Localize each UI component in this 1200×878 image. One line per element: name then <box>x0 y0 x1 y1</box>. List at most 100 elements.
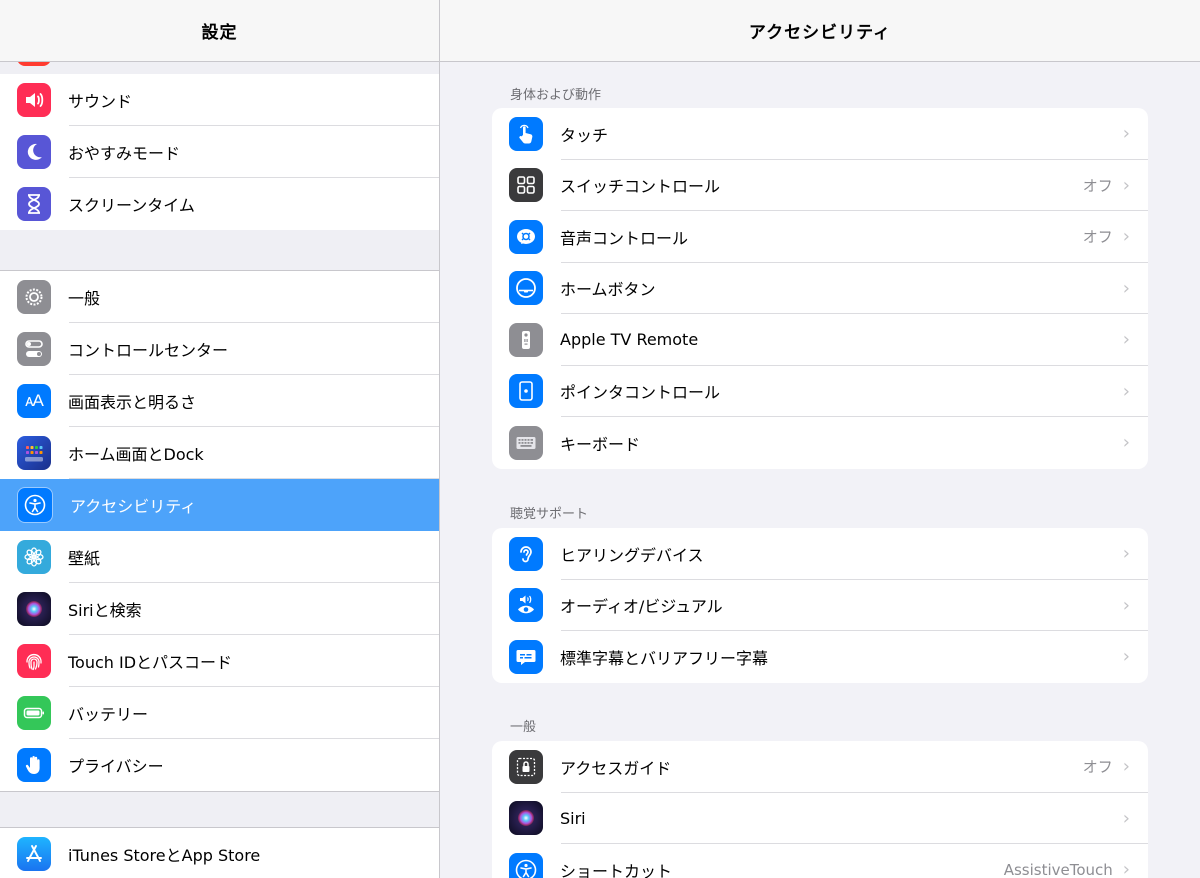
row-value: オフ <box>1082 176 1113 195</box>
detail-pane: アクセシビリティ 身体および動作 タッチ › スイッチコントロール オフ › 音 <box>440 0 1200 878</box>
sidebar-item-privacy[interactable]: プライバシー <box>0 739 439 791</box>
home-grid-icon <box>17 436 51 470</box>
row-hearing-devices[interactable]: ヒアリングデバイス › <box>492 528 1148 580</box>
moon-icon <box>17 135 51 169</box>
home-button-icon <box>509 271 543 306</box>
flower-icon <box>17 540 51 574</box>
text-size-icon: ᴀA <box>17 384 51 418</box>
sidebar-group-2: 一般 コントロールセンター ᴀA 画面表示と明るさ ホーム画面とDock アクセ… <box>0 270 439 792</box>
row-label: ヒアリングデバイス <box>560 545 704 565</box>
row-subtitles-captioning[interactable]: 標準字幕とバリアフリー字幕 › <box>492 631 1148 683</box>
row-label: ショートカット <box>560 861 673 878</box>
chevron-right-icon: › <box>1122 756 1130 778</box>
captions-icon <box>509 639 543 674</box>
sidebar-title: 設定 <box>0 0 439 62</box>
sound-icon <box>17 83 51 117</box>
row-voice-control[interactable]: 音声コントロール オフ › <box>492 211 1148 263</box>
sidebar-item-control-center[interactable]: コントロールセンター <box>0 323 439 375</box>
row-pointer-control[interactable]: ポインタコントロール › <box>492 366 1148 417</box>
row-siri[interactable]: Siri › <box>492 793 1148 844</box>
sidebar-item-label: サウンド <box>68 92 133 111</box>
row-label: 音声コントロール <box>560 228 689 248</box>
sidebar-item-label: 一般 <box>68 289 101 308</box>
siri-icon <box>17 592 51 626</box>
row-label: Apple TV Remote <box>560 330 699 350</box>
sidebar-item-label: バッテリー <box>68 705 149 724</box>
sidebar-item-label: プライバシー <box>68 757 164 776</box>
row-label: 標準字幕とバリアフリー字幕 <box>560 648 769 668</box>
hourglass-icon <box>17 187 51 221</box>
sidebar: サウンド おやすみモード スクリーンタイム 一般 コントロールセンター ᴀA 画… <box>0 0 440 878</box>
row-switch-control[interactable]: スイッチコントロール オフ › <box>492 160 1148 211</box>
sidebar-item-label: Touch IDとパスコード <box>68 653 233 672</box>
chevron-right-icon: › <box>1122 594 1130 616</box>
row-value: オフ <box>1082 228 1113 247</box>
row-value: AssistiveTouch <box>1003 860 1113 878</box>
row-accessibility-shortcut[interactable]: ショートカット AssistiveTouch › <box>492 844 1148 878</box>
audio-visual-icon <box>509 588 543 623</box>
sidebar-item-do-not-disturb[interactable]: おやすみモード <box>0 126 439 178</box>
settings-card: アクセスガイド オフ › Siri › ショートカット AssistiveTou… <box>492 741 1148 878</box>
pointer-icon <box>509 374 543 409</box>
settings-card: ヒアリングデバイス › オーディオ/ビジュアル › 標準字幕とバリアフリー字幕 … <box>492 528 1148 683</box>
row-apple-tv-remote[interactable]: Apple TV Remote › <box>492 314 1148 366</box>
row-label: ポインタコントロール <box>560 383 721 403</box>
sidebar-item-general[interactable]: 一般 <box>0 271 439 323</box>
row-label: アクセスガイド <box>560 758 672 778</box>
fingerprint-icon <box>17 644 51 678</box>
sidebar-item-accessibility[interactable]: アクセシビリティ <box>0 479 439 531</box>
sidebar-item-label: iTunes StoreとApp Store <box>68 846 261 865</box>
sidebar-item-sound[interactable]: サウンド <box>0 74 439 126</box>
section-title: 聴覚サポート <box>510 507 589 522</box>
row-label: スイッチコントロール <box>560 177 721 197</box>
sidebar-item-touch-id[interactable]: Touch IDとパスコード <box>0 635 439 687</box>
row-label: タッチ <box>560 125 609 145</box>
row-guided-access[interactable]: アクセスガイド オフ › <box>492 741 1148 793</box>
siri-icon <box>509 801 543 836</box>
sidebar-item-display[interactable]: ᴀA 画面表示と明るさ <box>0 375 439 427</box>
row-keyboard[interactable]: キーボード › <box>492 417 1148 469</box>
app-store-icon <box>17 837 51 871</box>
chevron-right-icon: › <box>1122 174 1130 196</box>
sidebar-item-label: 画面表示と明るさ <box>68 393 197 412</box>
touch-hand-icon <box>509 116 543 151</box>
row-label: Siri <box>560 808 586 828</box>
sidebar-group-3: iTunes StoreとApp Store <box>0 827 439 878</box>
hand-icon <box>17 748 51 782</box>
chevron-right-icon: › <box>1122 123 1130 145</box>
gear-icon <box>17 280 51 314</box>
sidebar-item-battery[interactable]: バッテリー <box>0 687 439 739</box>
row-audio-visual[interactable]: オーディオ/ビジュアル › <box>492 580 1148 631</box>
battery-icon <box>17 696 51 730</box>
chevron-right-icon: › <box>1122 543 1130 565</box>
accessibility-icon <box>509 852 543 878</box>
sidebar-item-wallpaper[interactable]: 壁紙 <box>0 531 439 583</box>
keyboard-icon <box>509 425 543 460</box>
ear-icon <box>509 536 543 571</box>
sidebar-item-app-store[interactable]: iTunes StoreとApp Store <box>0 828 439 878</box>
chevron-right-icon: › <box>1122 226 1130 248</box>
sidebar-item-siri[interactable]: Siriと検索 <box>0 583 439 635</box>
chevron-right-icon: › <box>1122 807 1130 829</box>
sidebar-item-label: アクセシビリティ <box>70 497 197 516</box>
sidebar-group-1: サウンド おやすみモード スクリーンタイム <box>0 74 439 230</box>
row-home-button[interactable]: ホームボタン › <box>492 263 1148 314</box>
chevron-right-icon: › <box>1122 859 1130 878</box>
row-label: キーボード <box>560 434 641 454</box>
page-title: アクセシビリティ <box>440 0 1200 62</box>
sidebar-item-home-screen[interactable]: ホーム画面とDock <box>0 427 439 479</box>
sidebar-item-label: Siriと検索 <box>68 601 142 620</box>
sidebar-item-screen-time[interactable]: スクリーンタイム <box>0 178 439 230</box>
row-touch[interactable]: タッチ › <box>492 108 1148 160</box>
chevron-right-icon: › <box>1122 432 1130 454</box>
remote-icon <box>509 322 543 357</box>
chevron-right-icon: › <box>1122 646 1130 668</box>
lock-icon <box>509 749 543 784</box>
sidebar-item-label: コントロールセンター <box>68 341 229 360</box>
chevron-right-icon: › <box>1122 329 1130 351</box>
row-value: オフ <box>1082 758 1113 777</box>
sidebar-item-label: スクリーンタイム <box>68 196 195 215</box>
settings-card: タッチ › スイッチコントロール オフ › 音声コントロール オフ › ホームボ… <box>492 108 1148 469</box>
row-label: オーディオ/ビジュアル <box>560 597 723 617</box>
sidebar-item-label: ホーム画面とDock <box>68 445 204 464</box>
